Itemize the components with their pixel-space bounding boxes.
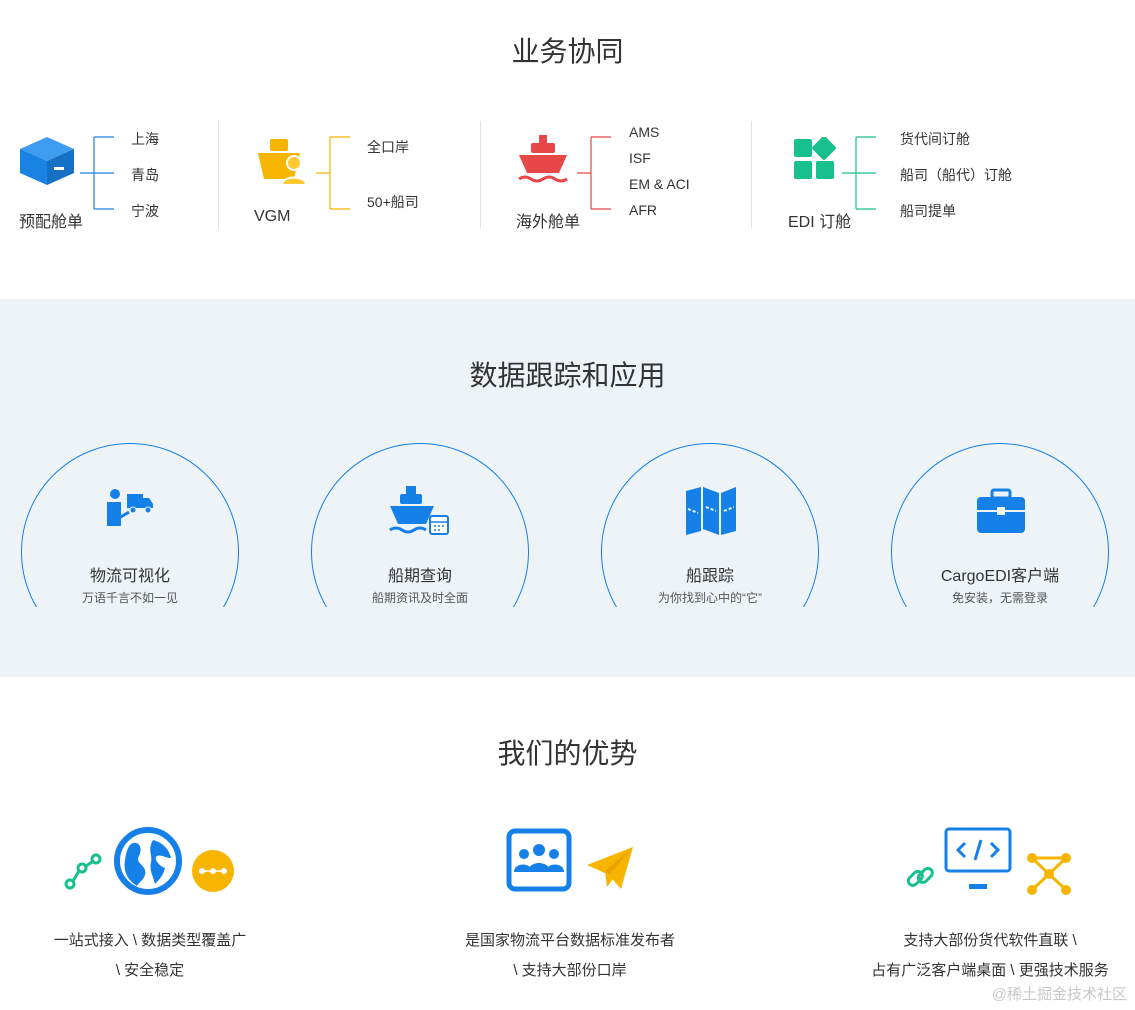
network-nodes-icon: [1027, 853, 1071, 895]
box-icon: [20, 137, 74, 185]
ship-waves-icon: [518, 135, 568, 183]
advantage-text-line: \ 安全稳定: [115, 962, 185, 979]
team-board-icon: [506, 828, 572, 892]
apps-grid-icon: [794, 137, 836, 179]
bracket-connector: [80, 136, 114, 210]
bracket-connector: [577, 136, 611, 210]
card-subtitle: 免安装，无需登录: [951, 591, 1048, 605]
service-item[interactable]: 全口岸: [367, 137, 409, 157]
bracket-connector: [316, 136, 350, 210]
advantage-text-line: 支持大部份货代软件直联 \: [903, 932, 1077, 949]
divider: [751, 121, 752, 229]
arc-mask: [0, 607, 1135, 677]
node-path-icon: [64, 853, 102, 890]
section-title-business: 业务协同: [511, 36, 624, 67]
logistics-person-truck-icon: [107, 489, 153, 526]
card-subtitle: 万语千言不如一见: [81, 591, 178, 605]
service-item[interactable]: 船司提单: [900, 201, 956, 221]
divider: [480, 121, 481, 229]
section-title-advantages: 我们的优势: [497, 738, 638, 769]
briefcase-icon: [977, 488, 1025, 533]
service-item[interactable]: 50+船司: [367, 192, 419, 212]
ship-person-icon: [258, 139, 308, 186]
card-subtitle: 为你找到心中的“它”: [658, 591, 762, 605]
link-icon: [906, 866, 934, 887]
advantage-text-line: \ 支持大部份口岸: [513, 962, 627, 979]
paper-plane-icon: [587, 847, 633, 889]
service-name: 海外舱单: [516, 214, 581, 231]
globe-icon: [114, 827, 182, 895]
advantage-text-line: 占有广泛客户端桌面 \ 更强技术服务: [871, 962, 1109, 979]
code-monitor-icon: [944, 827, 1012, 889]
bracket-connector: [842, 136, 876, 210]
service-item[interactable]: ISF: [629, 150, 651, 166]
folded-map-icon: [686, 487, 736, 535]
service-item[interactable]: 青岛: [131, 165, 159, 185]
service-item[interactable]: EM & ACI: [629, 176, 690, 192]
section-title-data: 数据跟踪和应用: [469, 360, 666, 391]
service-name: VGM: [254, 208, 291, 225]
service-item[interactable]: AFR: [629, 202, 657, 218]
card-title: 船期查询: [387, 568, 452, 585]
dots-coin-icon: [192, 850, 234, 892]
card-title: CargoEDI客户端: [940, 568, 1060, 585]
advantage-text-line: 一站式接入 \ 数据类型覆盖广: [53, 932, 247, 949]
service-item[interactable]: 上海: [131, 129, 159, 149]
ship-calendar-icon: [389, 486, 449, 535]
service-name: 预配舱单: [19, 214, 84, 231]
watermark: @稀土掘金技术社区: [991, 986, 1127, 1003]
service-item[interactable]: 船司（船代）订舱: [900, 165, 1012, 185]
service-item[interactable]: 货代间订舱: [900, 129, 970, 149]
divider: [218, 121, 219, 229]
service-item[interactable]: 宁波: [131, 201, 159, 221]
card-title: 船跟踪: [685, 568, 734, 585]
service-item[interactable]: AMS: [629, 124, 659, 140]
advantage-text-line: 是国家物流平台数据标准发布者: [464, 932, 675, 949]
card-title: 物流可视化: [89, 568, 170, 585]
card-subtitle: 船期资讯及时全面: [371, 591, 468, 605]
